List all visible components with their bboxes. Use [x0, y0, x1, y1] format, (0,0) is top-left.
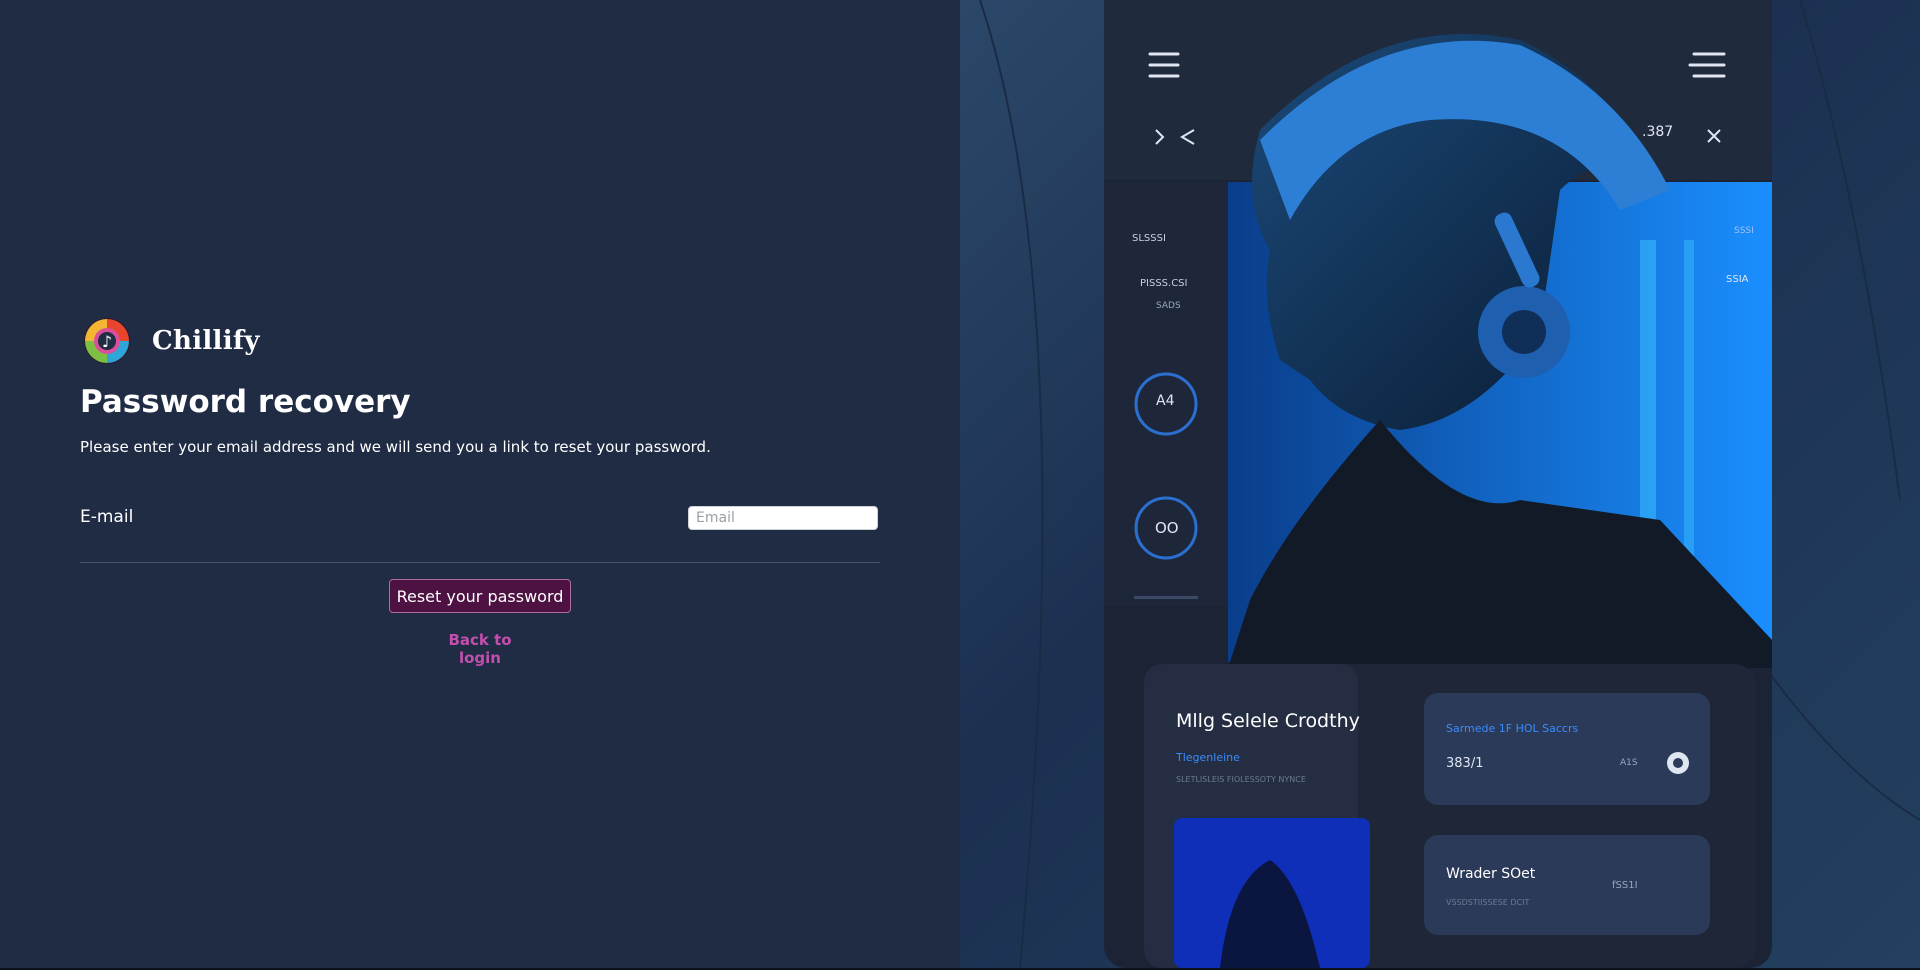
dial-1-label: A4	[1156, 393, 1175, 409]
side-label-3: SADS	[1156, 301, 1181, 311]
email-label: E-mail	[80, 507, 134, 527]
tile-2-value: fSS1I	[1612, 880, 1638, 891]
tile-1-small: A1S	[1620, 758, 1638, 768]
tile-2-title: Wrader SOet	[1446, 866, 1536, 882]
hero-illustration	[979, 0, 1920, 968]
chillify-logo-icon: ♪	[84, 318, 130, 364]
hero-artwork: .387 SLSSSI PISSS.CSI SADS SSSI SSIA A4 …	[960, 0, 1920, 968]
login-panel: ♪ Chillify Password recovery Please ente…	[0, 0, 960, 968]
reset-password-button[interactable]: Reset your password	[389, 579, 571, 613]
card-title: Mllg Selele Crodthy	[1176, 710, 1360, 732]
tile-2-caption: VSSDSTIISSESE DCIT	[1446, 898, 1530, 907]
page-title: Password recovery	[80, 384, 411, 420]
brand-name: Chillify	[152, 326, 260, 356]
card-caption: SLETLISLEIS FIOLESSOTY NYNCE	[1176, 775, 1306, 784]
back-to-login-link[interactable]: Back to login	[430, 631, 530, 667]
right-label-2: SSIA	[1726, 274, 1749, 285]
form-divider	[80, 562, 880, 563]
page-description: Please enter your email address and we w…	[80, 438, 711, 456]
brand: ♪ Chillify	[82, 316, 260, 366]
card-subtitle: Tlegenleine	[1176, 751, 1240, 764]
svg-text:♪: ♪	[102, 332, 112, 351]
top-number: .387	[1642, 124, 1674, 140]
email-field[interactable]	[688, 506, 878, 530]
tile-1-title: Sarmede 1F HOL Saccrs	[1446, 722, 1579, 735]
side-label-2: PISSS.CSI	[1140, 278, 1188, 289]
right-label-1: SSSI	[1734, 226, 1754, 236]
tile-1-value: 383/1	[1446, 756, 1484, 771]
side-label-1: SLSSSI	[1132, 233, 1166, 244]
dial-2-label: OO	[1155, 519, 1179, 537]
